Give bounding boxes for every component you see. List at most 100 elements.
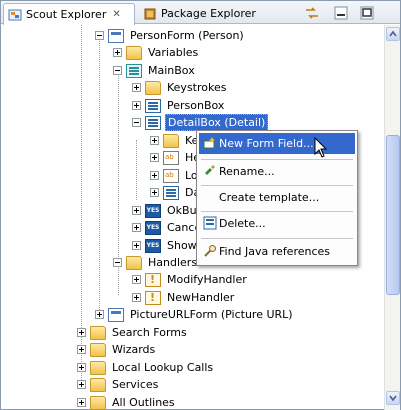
tree-node-locallookupcalls[interactable]: Local Lookup Calls xyxy=(77,359,215,376)
date-field-icon xyxy=(163,185,179,200)
tree-node-variables[interactable]: Variables xyxy=(113,44,200,61)
tab-scout-explorer[interactable]: Scout Explorer ✕ xyxy=(3,3,135,25)
expand-icon[interactable] xyxy=(150,188,159,197)
scroll-down-button[interactable] xyxy=(386,391,400,405)
tree-node-he[interactable]: ab He xyxy=(150,149,202,166)
scroll-thumb[interactable] xyxy=(386,135,400,295)
expand-icon[interactable] xyxy=(132,223,141,232)
tree-node-newhandler[interactable]: NewHandler xyxy=(132,289,236,306)
collapse-icon[interactable] xyxy=(132,118,141,127)
button-icon: YES xyxy=(145,220,161,235)
tree-node-searchforms[interactable]: Search Forms xyxy=(77,324,189,341)
find-references-icon xyxy=(204,245,216,257)
new-form-field-icon xyxy=(203,137,215,149)
rename-icon xyxy=(205,165,215,175)
menu-item-create-template[interactable]: Create template... xyxy=(199,187,355,208)
expand-icon[interactable] xyxy=(132,275,141,284)
tree-node-mainbox[interactable]: MainBox xyxy=(113,62,197,79)
tree-node-label: All Outlines xyxy=(112,396,175,409)
tree-node-detailbox[interactable]: DetailBox (Detail) xyxy=(132,114,269,131)
tree-node-label: Services xyxy=(112,378,159,391)
expand-icon[interactable] xyxy=(132,101,141,110)
menu-item-find-java-references[interactable]: Find Java references xyxy=(199,241,355,262)
tree-node-label: PictureURLForm (Picture URL) xyxy=(130,308,293,321)
tree-node-pictureurlform[interactable]: PictureURLForm (Picture URL) xyxy=(95,306,295,323)
tab-package-explorer[interactable]: Package Explorer xyxy=(139,3,289,24)
folder-icon xyxy=(90,395,106,410)
groupbox-icon xyxy=(145,115,161,130)
tree-node-alloutlines[interactable]: All Outlines xyxy=(77,394,177,410)
expand-icon[interactable] xyxy=(132,206,141,215)
folder-icon xyxy=(90,360,106,375)
folder-icon xyxy=(163,133,179,148)
tree-node-personform[interactable]: PersonForm (Person) xyxy=(95,27,246,44)
expand-icon[interactable] xyxy=(95,310,104,319)
collapse-icon[interactable] xyxy=(113,258,122,267)
tree-node-label: NewHandler xyxy=(167,291,235,304)
tree-node-lo[interactable]: ab Lo xyxy=(150,167,200,184)
expand-icon[interactable] xyxy=(77,398,86,407)
expand-icon[interactable] xyxy=(150,136,159,145)
minimize-icon[interactable] xyxy=(333,5,349,21)
menu-separator xyxy=(201,159,353,160)
menu-item-label: Rename... xyxy=(219,165,275,178)
form-icon xyxy=(108,307,124,322)
collapse-icon[interactable] xyxy=(95,31,104,40)
expand-icon[interactable] xyxy=(77,345,86,354)
expand-icon[interactable] xyxy=(132,241,141,250)
menu-item-label: Find Java references xyxy=(219,245,331,258)
expand-icon[interactable] xyxy=(77,363,86,372)
expand-icon[interactable] xyxy=(132,83,141,92)
delete-icon xyxy=(203,216,217,230)
expand-icon[interactable] xyxy=(150,171,159,180)
tree-node-label-selected: DetailBox (Detail) xyxy=(165,114,269,131)
tree-node-showlbutton[interactable]: YES Showl xyxy=(132,237,202,254)
link-with-editor-icon[interactable] xyxy=(304,5,320,21)
tree-node-personbox[interactable]: PersonBox xyxy=(132,97,226,114)
form-icon xyxy=(108,28,124,43)
expand-icon[interactable] xyxy=(132,293,141,302)
collapse-icon[interactable] xyxy=(113,66,122,75)
tree-node-label: Wizards xyxy=(112,343,156,356)
scroll-up-button[interactable] xyxy=(386,27,400,41)
string-field-icon: ab xyxy=(163,150,179,165)
maximize-icon[interactable] xyxy=(359,5,375,21)
tree-node-ke[interactable]: Ke xyxy=(150,132,200,149)
tree-node-label: Handlers xyxy=(148,256,198,269)
menu-separator xyxy=(201,185,353,186)
folder-icon xyxy=(90,377,106,392)
folder-icon xyxy=(126,45,142,60)
folder-icon xyxy=(126,255,142,270)
handler-icon xyxy=(145,272,161,287)
tree-node-wizards[interactable]: Wizards xyxy=(77,341,157,358)
tree-node-okbutton[interactable]: YES OkBut xyxy=(132,202,203,219)
expand-icon[interactable] xyxy=(113,48,122,57)
tree-guide-line xyxy=(136,140,137,200)
expand-icon[interactable] xyxy=(77,328,86,337)
chevron-down-icon xyxy=(389,395,397,402)
tree-guide-line xyxy=(99,35,100,310)
view-tab-bar: Scout Explorer ✕ Package Explorer xyxy=(1,1,400,25)
tree-node-services[interactable]: Services xyxy=(77,376,160,393)
tree-node-label: MainBox xyxy=(148,64,195,77)
tree-node-keystrokes[interactable]: Keystrokes xyxy=(132,79,228,96)
scout-explorer-icon xyxy=(8,9,22,20)
menu-item-new-form-field[interactable]: New Form Field... xyxy=(199,133,355,154)
button-icon: YES xyxy=(145,238,161,253)
tree-node-handlers[interactable]: Handlers xyxy=(113,254,199,271)
vertical-scrollbar[interactable] xyxy=(384,25,400,410)
tab-scout-explorer-label: Scout Explorer xyxy=(26,8,107,21)
menu-item-delete[interactable]: Delete... xyxy=(199,213,355,234)
tree-node-da[interactable]: Da xyxy=(150,184,202,201)
package-explorer-icon xyxy=(144,8,156,19)
groupbox-icon xyxy=(126,63,142,78)
expand-icon[interactable] xyxy=(150,153,159,162)
menu-item-label: New Form Field... xyxy=(219,137,314,150)
menu-item-label: Delete... xyxy=(219,217,266,230)
tree-node-cancelbutton[interactable]: YES Cance xyxy=(132,219,203,236)
groupbox-icon xyxy=(145,98,161,113)
menu-item-rename[interactable]: Rename... xyxy=(199,161,355,182)
expand-icon[interactable] xyxy=(77,380,86,389)
close-tab-icon[interactable]: ✕ xyxy=(112,9,120,20)
tree-node-modifyhandler[interactable]: ModifyHandler xyxy=(132,271,249,288)
